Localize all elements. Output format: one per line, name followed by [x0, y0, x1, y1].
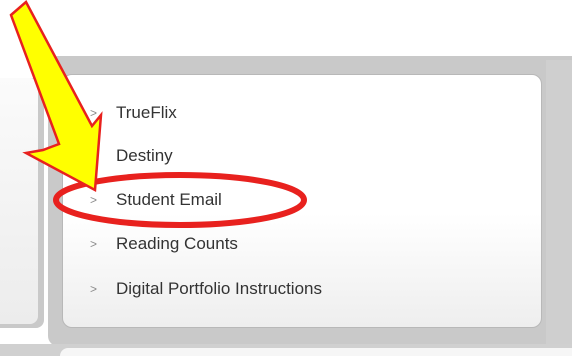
menu-item-label: TrueFlix	[116, 103, 177, 122]
chevron-right-icon: >	[90, 149, 98, 163]
menu-item-student-email[interactable]: > Student Email	[88, 187, 222, 213]
chevron-right-icon: >	[90, 193, 98, 207]
chevron-right-icon: >	[90, 282, 98, 296]
adjacent-panel-edge	[0, 78, 44, 328]
menu-item-label: Destiny	[116, 146, 173, 165]
chevron-right-icon: >	[90, 106, 98, 120]
menu-item-destiny[interactable]: > Destiny	[88, 143, 173, 169]
menu-item-trueflix[interactable]: > TrueFlix	[88, 100, 177, 126]
menu-item-label: Student Email	[116, 190, 222, 209]
menu-item-label: Reading Counts	[116, 234, 238, 253]
menu-item-digital-portfolio-instructions[interactable]: > Digital Portfolio Instructions	[88, 276, 322, 302]
adjacent-panel-surface	[0, 78, 38, 324]
chevron-right-icon: >	[90, 237, 98, 251]
menu-item-reading-counts[interactable]: > Reading Counts	[88, 231, 238, 257]
menu-item-label: Digital Portfolio Instructions	[116, 279, 322, 298]
panel-right-edge	[546, 60, 572, 344]
next-panel-surface	[60, 348, 572, 356]
